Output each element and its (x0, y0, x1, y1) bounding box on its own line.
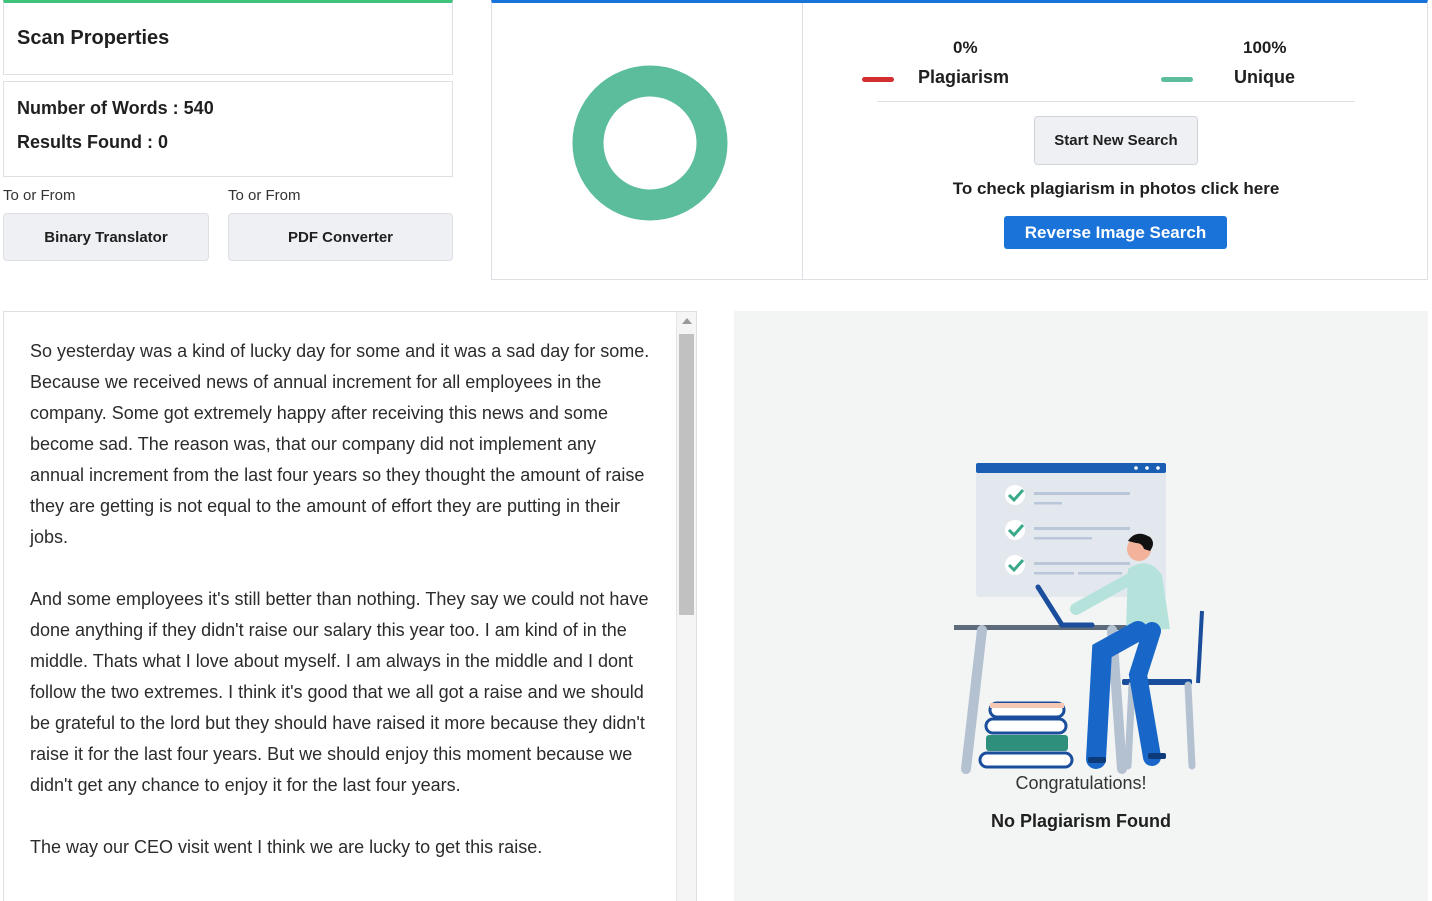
scan-stats-box: Number of Words : 540 Results Found : 0 (3, 81, 453, 177)
text-paragraph: The way our CEO visit went I think we ar… (30, 837, 543, 857)
scan-properties-title: Scan Properties (17, 27, 170, 49)
unique-percent: 100% (1243, 38, 1287, 57)
word-count-label: Number of Words : (17, 98, 184, 118)
unique-label: Unique (1234, 67, 1295, 87)
scroll-thumb[interactable] (679, 334, 694, 615)
scanned-text: So yesterday was a kind of lucky day for… (30, 336, 654, 894)
pdf-converter-caption: To or From (228, 187, 301, 204)
plagiarism-percent: 0% (953, 38, 978, 57)
binary-translator-button[interactable]: Binary Translator (3, 213, 209, 261)
text-paragraph: So yesterday was a kind of lucky day for… (30, 341, 650, 547)
no-plagiarism-text: No Plagiarism Found (990, 811, 1172, 831)
result-illustration-panel: Congratulations! No Plagiarism Found (734, 311, 1428, 901)
scroll-up-arrow-icon[interactable] (682, 318, 692, 324)
summary-divider (802, 3, 803, 279)
start-new-search-button[interactable]: Start New Search (1034, 116, 1198, 165)
word-count: Number of Words : 540 (17, 98, 214, 119)
congratulations-text: Congratulations! (1015, 773, 1147, 793)
scanned-text-panel[interactable]: So yesterday was a kind of lucky day for… (3, 311, 697, 901)
unique-legend-swatch (1161, 77, 1193, 82)
scan-properties-header: Scan Properties (3, 0, 453, 75)
summary-separator (877, 101, 1355, 102)
binary-translator-caption: To or From (3, 187, 76, 204)
uniqueness-donut-chart (572, 65, 728, 221)
text-paragraph: And some employees it's still better tha… (30, 589, 649, 795)
pdf-converter-button[interactable]: PDF Converter (228, 213, 453, 261)
plagiarism-legend-swatch (862, 77, 894, 82)
results-count-value: 0 (158, 132, 169, 152)
photo-check-text: To check plagiarism in photos click here (952, 179, 1280, 198)
donut-unique-arc (572, 65, 728, 221)
plagiarism-label: Plagiarism (918, 67, 1010, 87)
results-count-label: Results Found : (17, 132, 158, 152)
result-summary-panel: 0% Plagiarism 100% Unique Start New Sear… (491, 0, 1428, 280)
text-scrollbar[interactable] (676, 312, 696, 901)
results-count: Results Found : 0 (17, 132, 168, 153)
reverse-image-search-button[interactable]: Reverse Image Search (1004, 216, 1227, 249)
word-count-value: 540 (183, 98, 214, 118)
person-at-desk-illustration (954, 463, 1204, 774)
